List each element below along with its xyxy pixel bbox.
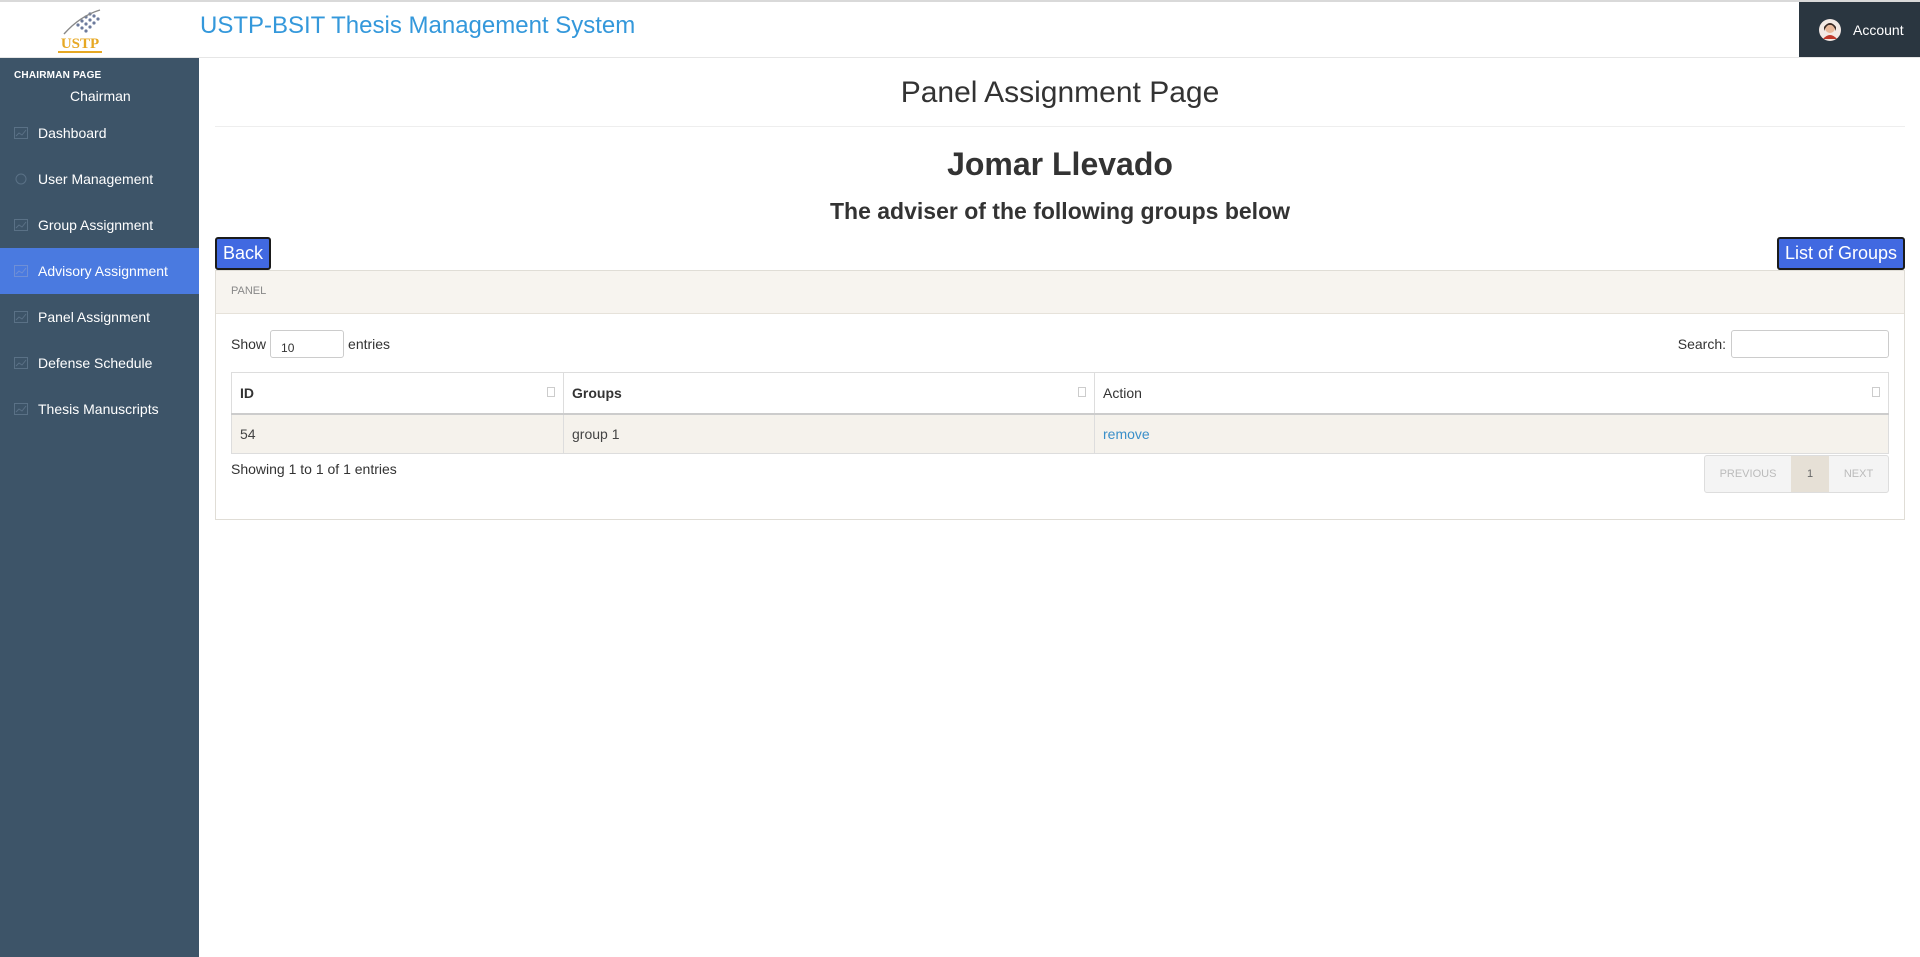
column-header-action[interactable]: Action bbox=[1094, 372, 1889, 415]
sidebar-item-label: Defense Schedule bbox=[38, 355, 153, 371]
panel-card: PANEL Show 10 entries Search: ID Groups … bbox=[215, 270, 1905, 520]
next-page-button[interactable]: NEXT bbox=[1829, 456, 1888, 492]
sidebar-item-user-management[interactable]: User Management bbox=[0, 156, 199, 202]
chart-icon bbox=[14, 357, 28, 369]
ustp-logo: USTP bbox=[58, 9, 102, 53]
entries-label: entries bbox=[348, 336, 391, 352]
sidebar-item-label: Dashboard bbox=[38, 125, 107, 141]
account-menu[interactable]: Account bbox=[1799, 2, 1920, 57]
list-of-groups-button[interactable]: List of Groups bbox=[1776, 237, 1905, 270]
column-header-id[interactable]: ID bbox=[231, 372, 564, 415]
column-label: Groups bbox=[572, 385, 622, 401]
remove-link[interactable]: remove bbox=[1103, 426, 1150, 442]
main-content: Panel Assignment Page Jomar Llevado The … bbox=[200, 58, 1920, 957]
chart-icon bbox=[14, 219, 28, 231]
entries-select[interactable]: 10 bbox=[270, 330, 345, 358]
top-header: USTP USTP-BSIT Thesis Management System … bbox=[0, 2, 1920, 58]
chart-icon bbox=[14, 403, 28, 415]
sidebar-item-advisory-assignment[interactable]: Advisory Assignment bbox=[0, 248, 199, 294]
cell-id: 54 bbox=[231, 413, 564, 454]
sidebar-item-label: Panel Assignment bbox=[38, 309, 151, 325]
page-number-button[interactable]: 1 bbox=[1791, 456, 1829, 492]
sidebar-item-panel-assignment[interactable]: Panel Assignment bbox=[0, 294, 199, 340]
app-title[interactable]: USTP-BSIT Thesis Management System bbox=[200, 12, 635, 40]
account-label: Account bbox=[1853, 21, 1904, 38]
chart-icon bbox=[14, 265, 28, 277]
sidebar-item-label: Group Assignment bbox=[38, 217, 154, 233]
search-input[interactable] bbox=[1731, 330, 1889, 358]
adviser-name: Jomar Llevado bbox=[947, 146, 1173, 182]
pagination: PREVIOUS 1 NEXT bbox=[1704, 455, 1889, 493]
sidebar-heading: CHAIRMAN PAGE bbox=[14, 70, 102, 81]
sort-icon bbox=[547, 387, 555, 397]
divider bbox=[215, 126, 1905, 127]
column-header-groups[interactable]: Groups bbox=[563, 372, 1095, 415]
column-label: Action bbox=[1103, 385, 1142, 401]
avatar-icon bbox=[1819, 18, 1841, 41]
show-label: Show bbox=[231, 336, 267, 352]
cell-action: remove bbox=[1094, 413, 1889, 454]
previous-page-button[interactable]: PREVIOUS bbox=[1705, 456, 1791, 492]
chart-icon bbox=[14, 127, 28, 139]
sidebar-item-dashboard[interactable]: Dashboard bbox=[0, 110, 199, 156]
table-header-row: ID Groups Action bbox=[231, 372, 1889, 415]
sidebar-item-group-assignment[interactable]: Group Assignment bbox=[0, 202, 199, 248]
back-button[interactable]: Back bbox=[215, 237, 272, 270]
table-row: 54 group 1 remove bbox=[231, 413, 1889, 454]
logo-text: USTP bbox=[61, 36, 99, 52]
search-label: Search: bbox=[1677, 336, 1726, 352]
page-subtitle: The adviser of the following groups belo… bbox=[829, 198, 1291, 224]
cell-group: group 1 bbox=[563, 413, 1095, 454]
sidebar-item-thesis-manuscripts[interactable]: Thesis Manuscripts bbox=[0, 386, 199, 432]
sidebar-item-label: Advisory Assignment bbox=[38, 263, 168, 279]
sidebar: CHAIRMAN PAGE Chairman Dashboard User Ma… bbox=[0, 58, 199, 957]
column-label: ID bbox=[240, 385, 254, 401]
page-title: Panel Assignment Page bbox=[900, 76, 1220, 109]
circle-icon bbox=[15, 173, 27, 185]
sort-icon bbox=[1872, 387, 1880, 397]
chart-icon bbox=[14, 311, 28, 323]
sidebar-item-defense-schedule[interactable]: Defense Schedule bbox=[0, 340, 199, 386]
sidebar-item-label: User Management bbox=[38, 171, 154, 187]
table-search: Search: bbox=[1678, 330, 1889, 358]
entries-length-control: Show 10 entries bbox=[231, 330, 390, 358]
sort-icon bbox=[1078, 387, 1086, 397]
sidebar-item-label: Thesis Manuscripts bbox=[38, 401, 159, 417]
panel-heading: PANEL bbox=[216, 271, 1904, 314]
sidebar-user-role: Chairman bbox=[70, 88, 131, 104]
groups-table: ID Groups Action 54 group 1 remove bbox=[231, 372, 1889, 454]
sidebar-nav: Dashboard User Management Group Assignme… bbox=[0, 110, 199, 432]
table-info: Showing 1 to 1 of 1 entries bbox=[231, 461, 397, 477]
